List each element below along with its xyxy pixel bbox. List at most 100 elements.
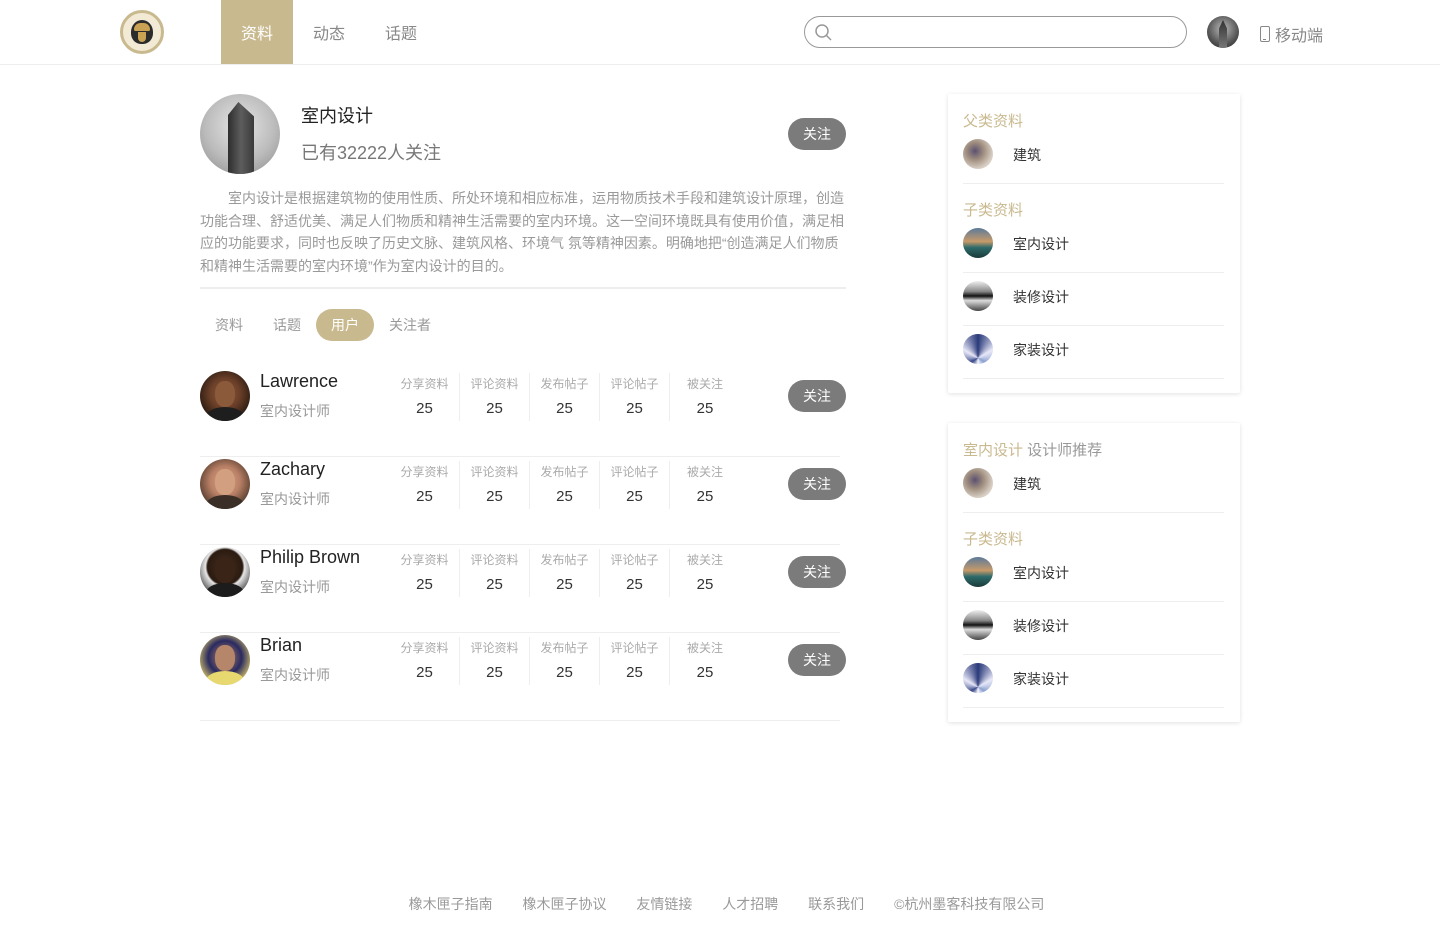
item-label: 家装设计 <box>1013 342 1069 358</box>
stat-shared: 分享资料 25 <box>390 461 460 509</box>
item-label: 室内设计 <box>1013 565 1069 581</box>
footer-link-careers[interactable]: 人才招聘 <box>722 896 778 912</box>
stat-posts: 发布帖子 25 <box>530 549 600 597</box>
child-materials-heading: 子类资料 <box>963 202 1024 219</box>
content-tabs: 资料 话题 用户 关注者 <box>200 309 446 341</box>
child-item-decoration[interactable]: 装修设计 <box>963 273 1224 326</box>
child-materials-heading: 子类资料 <box>963 531 1024 548</box>
child-item-interior[interactable]: 室内设计 <box>963 220 1224 273</box>
stat-value: 25 <box>556 576 573 593</box>
user-name[interactable]: Brian <box>260 635 302 656</box>
stat-label: 分享资料 <box>400 641 449 655</box>
user-row: Philip Brown 室内设计师 分享资料 25 评论资料 25 发布帖子 25 … <box>200 545 846 633</box>
parent-item-architecture[interactable]: 建筑 <box>963 131 1224 184</box>
item-label: 家装设计 <box>1013 671 1069 687</box>
follow-user-button[interactable]: 关注 <box>788 380 846 412</box>
user-title: 室内设计师 <box>260 491 330 507</box>
mobile-link[interactable]: 移动端 <box>1260 22 1323 46</box>
stat-label: 评论帖子 <box>610 641 659 655</box>
tab-materials[interactable]: 资料 <box>200 309 258 341</box>
nav-item-topics[interactable]: 话题 <box>365 0 437 64</box>
stat-commented: 评论资料 25 <box>460 373 530 421</box>
stat-followed: 被关注 25 <box>670 373 740 421</box>
stat-label: 评论资料 <box>470 377 519 391</box>
stat-label: 发布帖子 <box>540 553 589 567</box>
follow-topic-button[interactable]: 关注 <box>788 118 846 150</box>
stat-value: 25 <box>486 400 503 417</box>
stat-label: 分享资料 <box>400 377 449 391</box>
stat-value: 25 <box>626 488 643 505</box>
footer-link-friends[interactable]: 友情链接 <box>636 896 692 912</box>
user-name[interactable]: Zachary <box>260 459 325 480</box>
mobile-phone-icon <box>1260 26 1270 42</box>
user-stats: 分享资料 25 评论资料 25 发布帖子 25 评论帖子 25 被关注 25 <box>390 637 740 685</box>
tab-topics[interactable]: 话题 <box>258 309 316 341</box>
stat-commented: 评论资料 25 <box>460 461 530 509</box>
nav-item-materials[interactable]: 资料 <box>221 0 294 64</box>
follow-user-button[interactable]: 关注 <box>788 644 846 676</box>
child-item-decoration[interactable]: 装修设计 <box>963 602 1224 655</box>
divider <box>200 287 846 289</box>
stat-commented: 评论资料 25 <box>460 549 530 597</box>
follow-user-button[interactable]: 关注 <box>788 556 846 588</box>
thumbnail <box>963 468 993 498</box>
child-item-interior[interactable]: 室内设计 <box>963 549 1224 602</box>
parent-materials-heading: 父类资料 <box>963 113 1024 130</box>
user-avatar-philip-brown[interactable] <box>200 547 250 597</box>
stat-posts: 发布帖子 25 <box>530 461 600 509</box>
user-title: 室内设计师 <box>260 579 330 595</box>
footer-link-contact[interactable]: 联系我们 <box>808 896 864 912</box>
stat-label: 评论帖子 <box>610 465 659 479</box>
stat-label: 被关注 <box>686 465 723 479</box>
user-avatar-brian[interactable] <box>200 635 250 685</box>
child-item-home[interactable]: 家装设计 <box>963 326 1224 379</box>
stat-label: 评论资料 <box>470 553 519 567</box>
stat-posts: 发布帖子 25 <box>530 637 600 685</box>
follower-count: 已有32222人关注 <box>301 143 442 163</box>
designer-recommend-card: 室内设计 设计师推荐 建筑 子类资料 室内设计 装修设计 家装设计 <box>948 423 1240 722</box>
footer-link-guide[interactable]: 橡木匣子指南 <box>409 896 493 912</box>
stat-label: 被关注 <box>686 377 723 391</box>
tab-users[interactable]: 用户 <box>316 309 374 341</box>
user-row: Brian 室内设计师 分享资料 25 评论资料 25 发布帖子 25 评论帖子 25 … <box>200 633 846 721</box>
footer-link-agreement[interactable]: 橡木匣子协议 <box>523 896 607 912</box>
stat-followed: 被关注 25 <box>670 461 740 509</box>
user-avatar-zachary[interactable] <box>200 459 250 509</box>
stat-post-comments: 评论帖子 25 <box>600 549 670 597</box>
user-avatar-lawrence[interactable] <box>200 371 250 421</box>
stat-value: 25 <box>486 664 503 681</box>
stat-label: 被关注 <box>686 553 723 567</box>
stat-value: 25 <box>486 576 503 593</box>
user-avatar[interactable] <box>1207 16 1239 48</box>
search-input[interactable] <box>839 21 1174 43</box>
user-stats: 分享资料 25 评论资料 25 发布帖子 25 评论帖子 25 被关注 25 <box>390 373 740 421</box>
thumbnail <box>963 228 993 258</box>
recommend-item-architecture[interactable]: 建筑 <box>963 460 1224 513</box>
heading-sub: 设计师推荐 <box>1023 442 1103 459</box>
logo-icon[interactable] <box>120 10 164 54</box>
search-box <box>804 16 1187 48</box>
stat-posts: 发布帖子 25 <box>530 373 600 421</box>
tab-followers[interactable]: 关注者 <box>374 309 446 341</box>
nav-item-activity[interactable]: 动态 <box>293 0 365 64</box>
search-icon[interactable] <box>814 23 832 41</box>
user-name[interactable]: Lawrence <box>260 371 338 392</box>
follow-user-button[interactable]: 关注 <box>788 468 846 500</box>
stat-label: 评论资料 <box>470 641 519 655</box>
mobile-label: 移动端 <box>1275 28 1324 45</box>
top-header: 资料 动态 话题 移动端 <box>0 0 1440 65</box>
user-name[interactable]: Philip Brown <box>260 547 360 568</box>
item-label: 装修设计 <box>1013 289 1069 305</box>
item-label: 室内设计 <box>1013 236 1069 252</box>
user-stats: 分享资料 25 评论资料 25 发布帖子 25 评论帖子 25 被关注 25 <box>390 461 740 509</box>
user-title: 室内设计师 <box>260 403 330 419</box>
user-row: Zachary 室内设计师 分享资料 25 评论资料 25 发布帖子 25 评论帖子 2… <box>200 457 846 545</box>
user-row: Lawrence 室内设计师 分享资料 25 评论资料 25 发布帖子 25 评论帖子… <box>200 369 846 457</box>
child-item-home[interactable]: 家装设计 <box>963 655 1224 708</box>
stat-value: 25 <box>556 400 573 417</box>
stat-label: 发布帖子 <box>540 641 589 655</box>
stat-value: 25 <box>696 664 714 681</box>
stat-followed: 被关注 25 <box>670 637 740 685</box>
stat-value: 25 <box>556 488 573 505</box>
stat-label: 评论帖子 <box>610 553 659 567</box>
